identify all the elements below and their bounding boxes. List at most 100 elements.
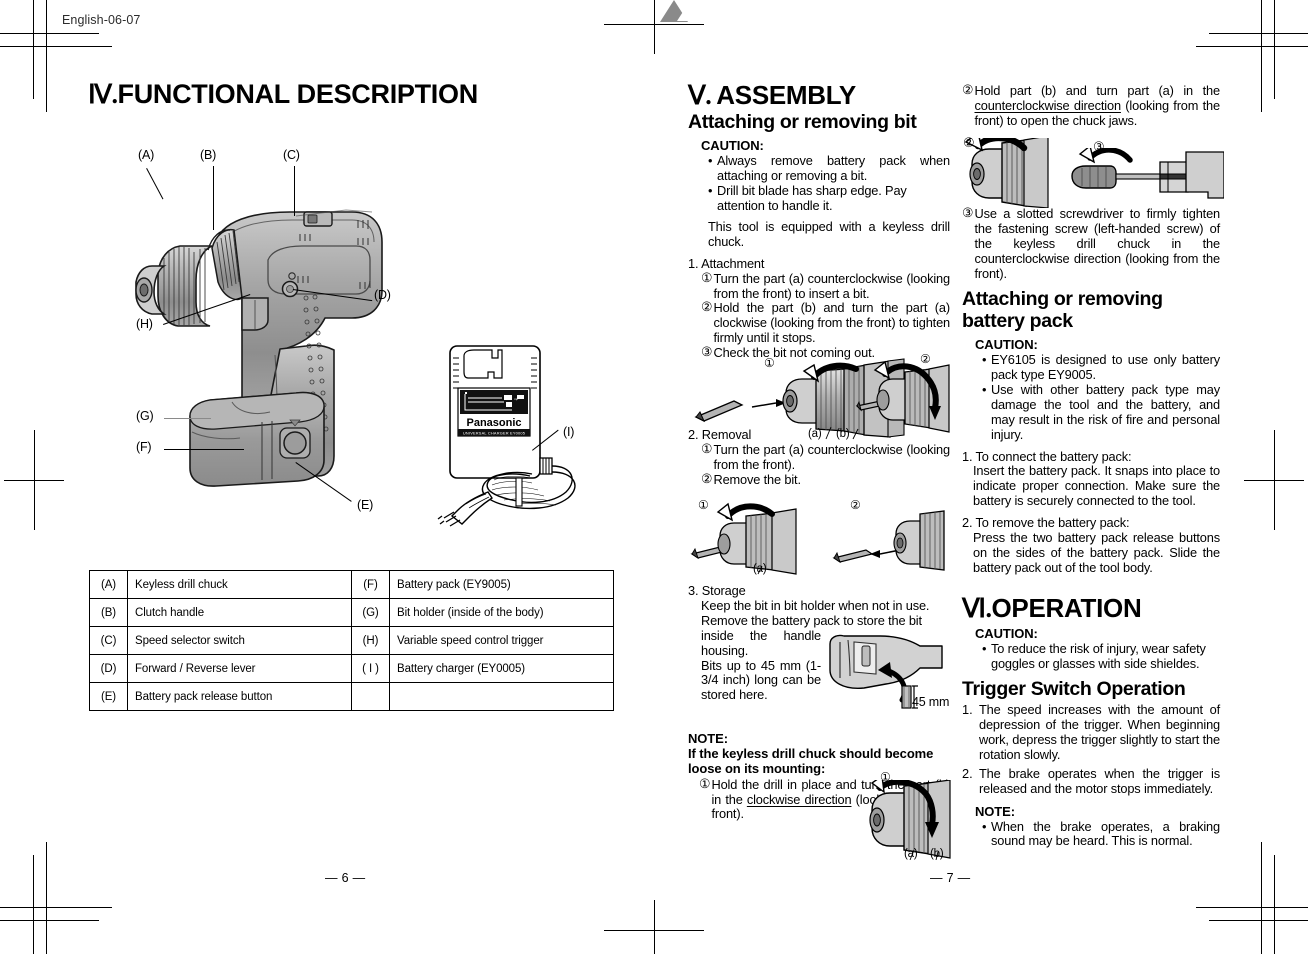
bullet-icon: • [982, 641, 987, 657]
part-value: Battery pack release button [127, 682, 352, 711]
battery-step2-text: Press the two battery pack release butto… [973, 530, 1220, 575]
figure-part-label-b: (b) [930, 848, 944, 860]
note-item-text: When the brake operates, a braking sound… [991, 818, 1220, 849]
bullet-icon: • [708, 183, 713, 199]
bullet-icon: • [982, 381, 987, 397]
crop-mark [1274, 855, 1275, 954]
figure-step-marker: ① [698, 498, 709, 512]
subheading-attaching-removing-bit: Attaching or removing bit [688, 111, 917, 134]
section-title: ASSEMBLY [716, 80, 856, 110]
callout-leader [213, 166, 214, 230]
note-item: • When the brake operates, a braking sou… [975, 818, 1220, 850]
assembly-column: Ⅴ. ASSEMBLY Attaching or removing bit CAU… [688, 80, 950, 361]
step-marker: ② [962, 83, 974, 98]
figure-step-marker: ③ [1093, 140, 1105, 155]
battery-step2-label: 2. To remove the battery pack: [962, 515, 1130, 531]
note-item-text: Use a slotted screwdriver to firmly tigh… [974, 206, 1220, 281]
table-row: (D) Forward / Reverse lever ( I ) Batter… [89, 654, 614, 683]
list-number: 2. [962, 765, 973, 781]
part-value-empty [389, 682, 614, 711]
triangle-registration-icon [660, 0, 699, 22]
part-key: (G) [351, 598, 390, 627]
section-heading-functional-description: Ⅳ.FUNCTIONAL DESCRIPTION [88, 80, 628, 108]
caution-label: CAUTION: [975, 626, 1038, 642]
operation-item: 2. The brake operates when the trigger i… [962, 765, 1220, 797]
right-column-step3: ③ Use a slotted screwdriver to firmly ti… [962, 206, 1220, 282]
crop-mark [0, 907, 112, 908]
callout-d: (D) [374, 288, 391, 302]
bullet-icon: • [708, 153, 713, 169]
figure-step-marker: ① [764, 356, 775, 370]
crop-mark [46, 842, 47, 954]
battery-pack-section: Attaching or removing battery pack CAUTI… [962, 288, 1220, 576]
section-title: OPERATION [991, 593, 1142, 623]
subheading-attaching-removing-battery: Attaching or removing battery pack [962, 288, 1163, 333]
callout-f: (F) [136, 440, 152, 454]
part-value: Battery charger (EY0005) [389, 654, 614, 683]
storage-text-3: inside the handle housing. [701, 627, 821, 658]
note-item-underlined: counterclockwise direction [974, 97, 1121, 113]
caution-item: • Always remove battery pack when attach… [701, 153, 950, 184]
part-value: Variable speed control trigger [389, 626, 614, 655]
caution-block-operation: CAUTION: • To reduce the risk of injury,… [962, 626, 1220, 672]
crop-mark [1196, 907, 1308, 908]
crop-mark [1209, 920, 1308, 921]
step2-item: ① Turn the part (a) counterclockwise (lo… [688, 441, 950, 473]
step2-item: ② Remove the bit. [688, 471, 950, 488]
section-title: FUNCTIONAL DESCRIPTION [117, 79, 479, 109]
charger-brand-text: Panasonic [466, 417, 521, 429]
storage-text-2: Remove the battery pack to store the bit [701, 612, 922, 628]
charger-label-text: UNIVERSAL CHARGER EY0005 [463, 430, 525, 435]
part-value: Battery pack (EY9005) [389, 570, 614, 599]
step-marker: ② [701, 300, 713, 316]
subheading-trigger-switch: Trigger Switch Operation [962, 678, 1186, 701]
step-marker: ② [701, 471, 713, 487]
battery-step1-text: Insert the battery pack. It snaps into p… [973, 463, 1220, 509]
part-key: (D) [89, 654, 128, 683]
caution-item-text: Always remove battery pack when attachin… [717, 153, 950, 184]
registration-mark [4, 430, 64, 530]
running-head: English-06-07 [62, 13, 141, 27]
battery-step-1: 1. To connect the battery pack: Insert t… [962, 448, 1220, 510]
bit-length-label: 45 mm [912, 695, 950, 709]
removal-block: 2. Removal ① Turn the part (a) countercl… [688, 427, 950, 488]
callout-leader [164, 449, 244, 450]
crop-mark [1261, 0, 1262, 112]
crop-mark [1261, 842, 1262, 954]
note-label: NOTE: [688, 731, 728, 746]
step-attachment: 1. Attachment ① Turn the part (a) counte… [688, 255, 950, 361]
battery-step1-label: 1. To connect the battery pack: [962, 448, 1132, 464]
caution-block-battery: CAUTION: • EY6105 is designed to use onl… [962, 337, 1220, 442]
table-row: (E) Battery pack release button [89, 682, 614, 711]
note-item-cont: ③ Use a slotted screwdriver to firmly ti… [962, 206, 1220, 282]
callout-leader [294, 166, 295, 216]
part-key: (E) [89, 682, 128, 711]
part-value: Forward / Reverse lever [127, 654, 352, 683]
caution-item: • Use with other battery pack type may d… [975, 381, 1220, 443]
registration-mark [1244, 430, 1304, 530]
figure-step-marker-2: ② [920, 352, 931, 366]
crop-mark [1196, 46, 1308, 47]
table-row: (A) Keyless drill chuck (F) Battery pack… [89, 570, 614, 599]
crop-mark [0, 33, 99, 34]
callout-c: (C) [283, 148, 300, 162]
caution-label: CAUTION: [701, 138, 764, 154]
step-text: Turn the part (a) counterclockwise (look… [713, 441, 950, 472]
part-key: ( I ) [351, 654, 390, 683]
figure-step-marker: ① [880, 770, 891, 784]
crop-mark [1209, 33, 1308, 34]
section-numeral: Ⅵ. [962, 594, 992, 623]
step-marker: ① [699, 776, 711, 792]
callout-leader [164, 418, 211, 419]
step1-label: 1. Attachment [688, 255, 765, 271]
caution-label: CAUTION: [975, 337, 1038, 353]
caution-item: • EY6105 is designed to use only battery… [975, 352, 1220, 383]
bullet-icon: • [982, 818, 987, 834]
caution-item-text: Drill bit blade has sharp edge. Pay atte… [717, 183, 907, 214]
assembly-intro-text: This tool is equipped with a keyless dri… [708, 218, 950, 249]
manual-page: English-06-07 Ⅳ.FUNCTIONAL DESCRIPTION (… [0, 0, 1308, 954]
part-key: (B) [89, 598, 128, 627]
part-key-empty [351, 682, 390, 711]
parts-table: (A) Keyless drill chuck (F) Battery pack… [89, 570, 614, 711]
part-key: (C) [89, 626, 128, 655]
